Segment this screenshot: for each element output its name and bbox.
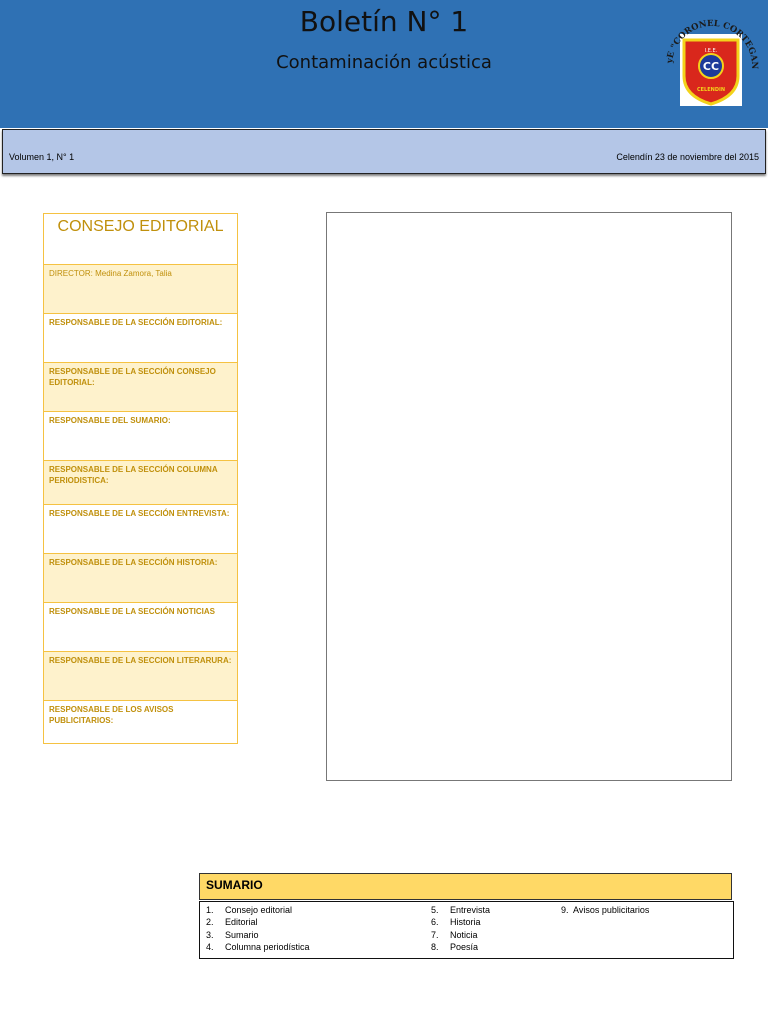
list-item: 8. Poesía xyxy=(431,942,479,953)
list-item: 6. Historia xyxy=(431,917,481,928)
list-item: 4. Columna periodística xyxy=(206,942,310,953)
list-item: 9. Avisos publicitarios xyxy=(561,905,650,915)
list-item: 3. Sumario xyxy=(206,929,259,940)
page-subtitle: Contaminación acústica xyxy=(276,52,492,73)
logo-badge-text: CC xyxy=(703,60,719,73)
editorial-row: RESPONSABLE DE LA SECCION LITERARURA: xyxy=(44,651,237,700)
editorial-row: RESPONSABLE DE LA SECCIÓN COLUMNA PERIOD… xyxy=(44,460,237,504)
editorial-row: RESPONSABLE DE LA SECCIÓN HISTORIA: xyxy=(44,553,237,602)
editorial-row: RESPONSABLE DE LA SECCIÓN ENTREVISTA: xyxy=(44,504,237,553)
editorial-board-title: CONSEJO EDITORIAL xyxy=(57,218,224,235)
editorial-row: RESPONSABLE DEL SUMARIO: xyxy=(44,411,237,460)
list-item: 5. Entrevista xyxy=(431,905,491,915)
list-item: 1. Consejo editorial xyxy=(206,905,293,915)
editorial-row: RESPONSABLE DE LOS AVISOS PUBLICITARIOS: xyxy=(44,700,237,743)
publication-date: Celendín 23 de noviembre del 2015 xyxy=(616,152,759,162)
school-logo: IEPyE "CORONEL CORTEGANA" CC I.E.E. CELE… xyxy=(660,8,759,106)
list-item: 7. Noticia xyxy=(431,929,478,940)
logo-bottom-text: CELENDIN xyxy=(697,87,725,93)
editorial-row-director: DIRECTOR: Medina Zamora, Talia xyxy=(44,264,237,313)
list-item: 2. Editorial xyxy=(206,917,258,928)
editorial-board-table: CONSEJO EDITORIAL DIRECTOR: Medina Zamor… xyxy=(43,213,238,744)
sumario-list: 1. Consejo editorial 2. Editorial 3. Sumari… xyxy=(199,901,734,959)
page-title: Boletín N° 1 xyxy=(299,5,469,38)
editorial-row: RESPONSABLE DE LA SECCIÓN EDITORIAL: xyxy=(44,313,237,362)
volume-number: Volumen 1, N° 1 xyxy=(9,152,75,162)
editorial-row: RESPONSABLE DE LA SECCIÓN NOTICIAS xyxy=(44,602,237,651)
header-banner: Boletín N° 1 Contaminación acústica IEPy… xyxy=(0,0,768,128)
volume-date-bar: Volumen 1, N° 1 Celendín 23 de noviembre… xyxy=(2,129,766,174)
sumario-title: SUMARIO xyxy=(199,873,732,900)
editorial-row: RESPONSABLE DE LA SECCIÓN CONSEJO EDITOR… xyxy=(44,362,237,411)
image-placeholder-frame xyxy=(326,212,732,781)
logo-top-text: I.E.E. xyxy=(705,48,718,54)
